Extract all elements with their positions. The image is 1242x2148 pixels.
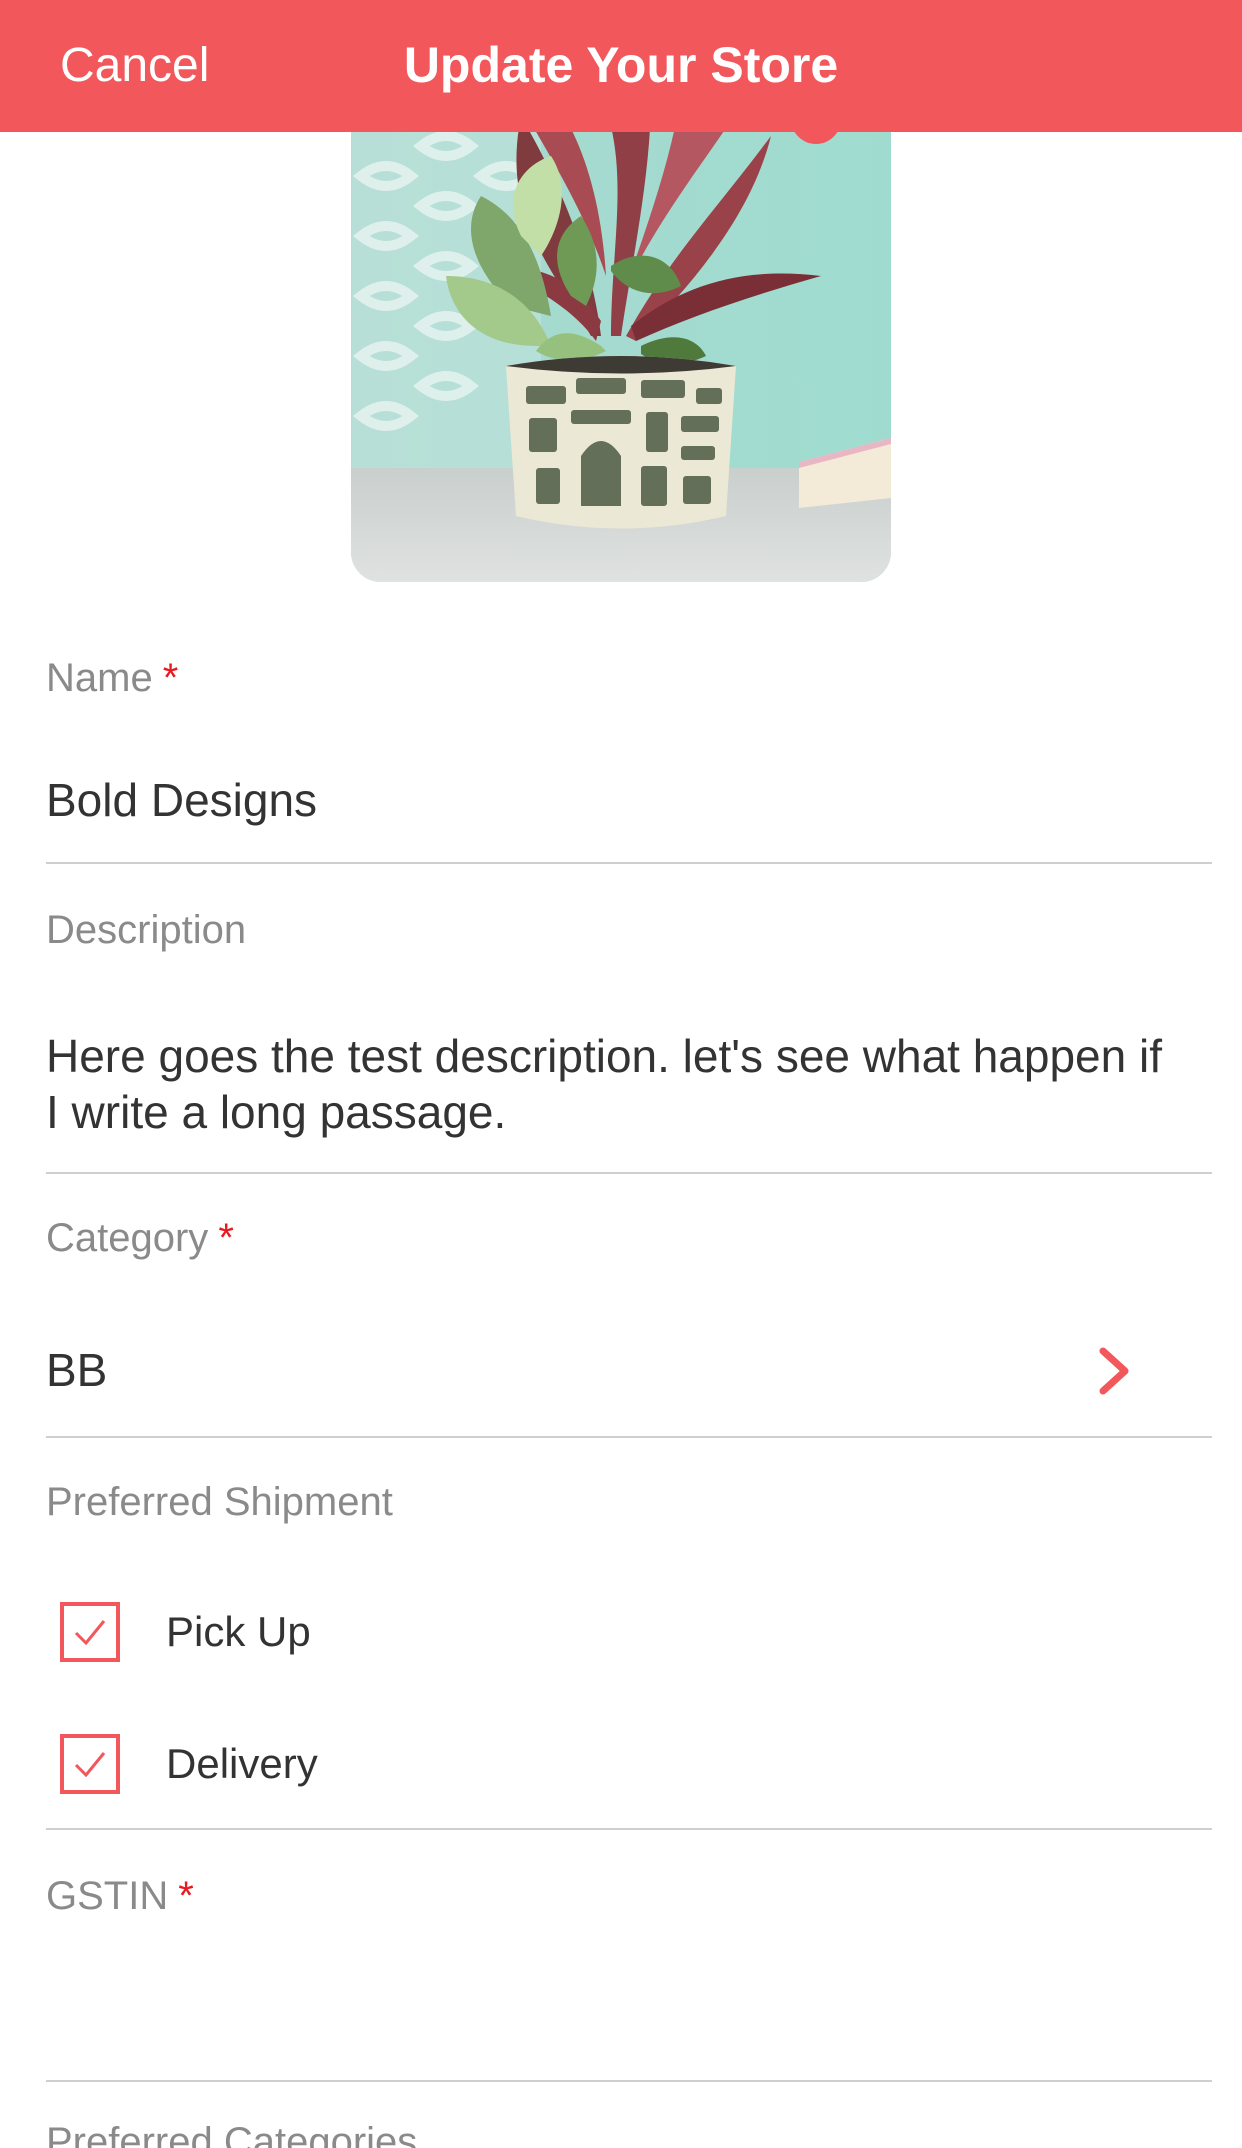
plant-photo-icon — [351, 96, 891, 582]
required-asterisk: * — [218, 1216, 234, 1260]
preferred-categories-label: Preferred Categories — [46, 2120, 418, 2148]
name-label-text: Name — [46, 656, 153, 700]
required-asterisk: * — [178, 1874, 194, 1918]
page-title: Update Your Store — [403, 37, 839, 93]
name-input[interactable]: Bold Designs — [46, 772, 317, 828]
pickup-checkbox[interactable] — [60, 1602, 120, 1662]
divider — [46, 2080, 1212, 2082]
update-store-screen: Cancel Update Your Store Name * Bold Des… — [0, 0, 1242, 2148]
checkmark-icon — [74, 1752, 106, 1778]
divider — [46, 1436, 1212, 1438]
pickup-label: Pick Up — [166, 1608, 311, 1655]
description-label: Description — [46, 908, 247, 952]
delivery-label: Delivery — [166, 1740, 318, 1787]
checkmark-icon — [74, 1620, 106, 1646]
chevron-right-icon[interactable] — [1095, 1346, 1135, 1396]
divider — [46, 1828, 1212, 1830]
divider — [46, 1172, 1212, 1174]
shipment-label: Preferred Shipment — [46, 1480, 393, 1524]
category-label: Category * — [46, 1214, 234, 1262]
nav-bar: Cancel Update Your Store — [0, 0, 1242, 132]
gstin-label: GSTIN * — [46, 1872, 194, 1920]
gstin-label-text: GSTIN — [46, 1874, 169, 1918]
store-image[interactable] — [351, 96, 891, 582]
divider — [46, 862, 1212, 864]
delivery-checkbox[interactable] — [60, 1734, 120, 1794]
name-label: Name * — [46, 654, 178, 702]
category-select[interactable]: BB — [46, 1342, 107, 1398]
category-label-text: Category — [46, 1216, 209, 1260]
gstin-input[interactable] — [46, 1930, 1212, 2010]
required-asterisk: * — [162, 656, 179, 700]
description-input[interactable]: Here goes the test description. let's se… — [46, 1028, 1176, 1140]
